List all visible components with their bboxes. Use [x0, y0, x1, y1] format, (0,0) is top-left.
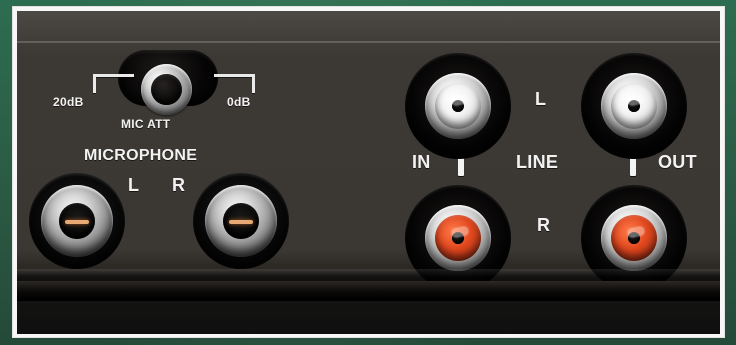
line-right-label: R [537, 215, 551, 235]
rca-socket-icon [601, 73, 667, 139]
line-in-label: IN [412, 152, 431, 172]
line-label: LINE [516, 152, 559, 172]
line-in-left-socket[interactable] [405, 53, 511, 159]
rca-socket-icon [601, 205, 667, 271]
audio-io-panel: 20dB MIC ATT 0dB MICROPHONE L R L IN LIN… [17, 11, 720, 334]
bottom-shelf [17, 269, 720, 277]
rca-socket-icon [425, 73, 491, 139]
mic-att-label: MIC ATT [121, 117, 171, 131]
rca-socket-insert [435, 83, 481, 129]
bottom-slot [17, 281, 720, 301]
line-out-label: OUT [658, 152, 697, 172]
microphone-right-label: R [172, 175, 186, 195]
rca-socket-shine [626, 225, 646, 239]
rca-socket-shine [450, 93, 470, 107]
microphone-jack-right[interactable] [193, 173, 289, 269]
line-left-label: L [535, 89, 547, 109]
mic-att-left-text: 20dB [53, 95, 84, 109]
microphone-left-label: L [128, 175, 140, 195]
panel-ridge [17, 41, 720, 43]
rca-socket-shine [626, 93, 646, 107]
microphone-jack-icon [41, 185, 113, 257]
microphone-jack-slot [229, 220, 253, 224]
microphone-jack-left[interactable] [29, 173, 125, 269]
microphone-jack-icon [205, 185, 277, 257]
microphone-jack-slot [65, 220, 89, 224]
microphone-label: MICROPHONE [84, 147, 198, 164]
mic-att-right-text: 0dB [227, 95, 251, 109]
rca-socket-insert [435, 215, 481, 261]
rca-socket-insert [611, 83, 657, 129]
rca-socket-insert [611, 215, 657, 261]
mic-att-bracket-right [214, 74, 255, 93]
mic-attenuator-switch-icon[interactable] [141, 64, 192, 115]
photo-frame: 20dB MIC ATT 0dB MICROPHONE L R L IN LIN… [0, 0, 736, 345]
line-out-left-socket[interactable] [581, 53, 687, 159]
rca-socket-shine [450, 225, 470, 239]
rca-socket-icon [425, 205, 491, 271]
mic-att-bracket-left [93, 74, 134, 93]
bottom-lower [17, 301, 720, 334]
